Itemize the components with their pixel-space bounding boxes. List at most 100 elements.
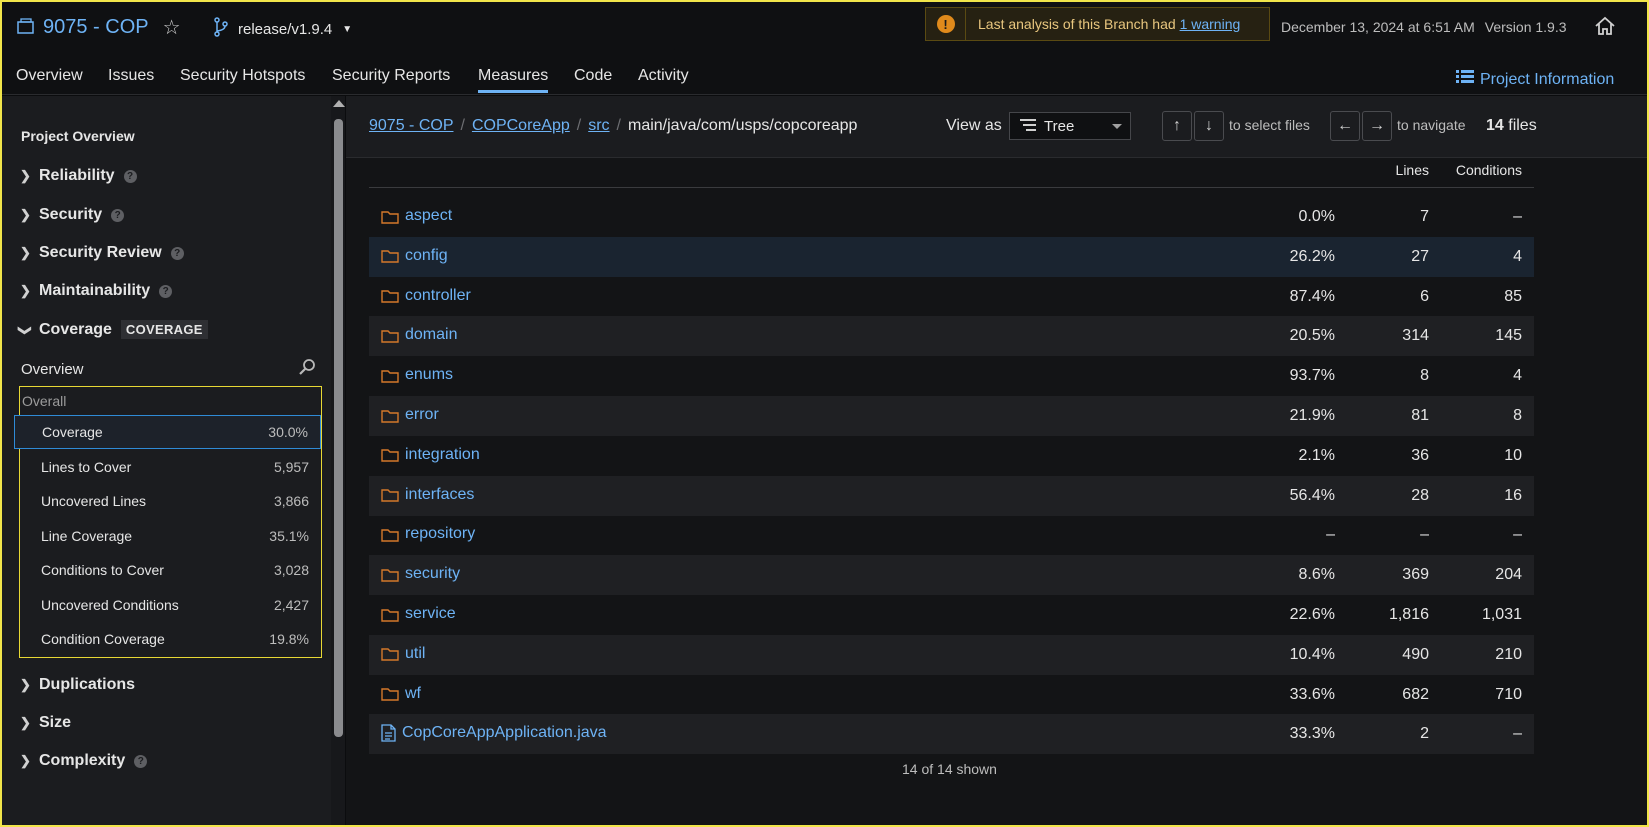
project-name-link[interactable]: 9075 - COP bbox=[43, 16, 149, 39]
row-name-link[interactable]: interfaces bbox=[381, 486, 474, 504]
sidebar-section-security[interactable]: ❯ Security ? bbox=[20, 206, 125, 224]
search-icon[interactable] bbox=[298, 358, 316, 380]
row-name-link[interactable]: CopCoreAppApplication.java bbox=[381, 724, 607, 743]
branch-selector[interactable]: release/v1.9.4 ▼ bbox=[214, 17, 352, 41]
metric-value: 35.1% bbox=[269, 528, 309, 544]
table-row[interactable]: integration 2.1% 36 10 bbox=[369, 436, 1534, 476]
row-coverage: – bbox=[1326, 526, 1335, 544]
branch-icon bbox=[214, 17, 228, 41]
row-lines: – bbox=[1420, 526, 1429, 544]
row-name-link[interactable]: enums bbox=[381, 366, 453, 384]
favorite-star-icon[interactable]: ☆ bbox=[163, 15, 181, 40]
table-row[interactable]: error 21.9% 81 8 bbox=[369, 396, 1534, 436]
overall-metrics-group: Overall Coverage 30.0% Lines to Cover 5,… bbox=[14, 386, 322, 658]
row-name-link[interactable]: domain bbox=[381, 326, 457, 344]
table-row[interactable]: service 22.6% 1,816 1,031 bbox=[369, 595, 1534, 635]
table-row[interactable]: interfaces 56.4% 28 16 bbox=[369, 475, 1534, 516]
breadcrumb-module[interactable]: COPCoreApp bbox=[472, 117, 570, 135]
sidebar-section-security-review[interactable]: ❯ Security Review ? bbox=[20, 244, 184, 262]
metric-label: Coverage bbox=[42, 424, 103, 440]
section-label: Coverage bbox=[39, 320, 112, 338]
sidebar-section-reliability[interactable]: ❯ Reliability ? bbox=[20, 167, 137, 185]
metric-label: Conditions to Cover bbox=[41, 562, 164, 578]
row-name-link[interactable]: wf bbox=[381, 685, 421, 703]
help-icon[interactable]: ? bbox=[123, 169, 137, 183]
top-bar: 9075 - COP ☆ release/v1.9.4 ▼ ! Last ana… bbox=[0, 0, 1649, 55]
arrow-down-key-icon: ↓ bbox=[1194, 111, 1224, 141]
row-name-link[interactable]: config bbox=[381, 247, 448, 265]
row-name: integration bbox=[405, 445, 480, 463]
column-header-conditions[interactable]: Conditions bbox=[1456, 162, 1522, 178]
sidebar-section-size[interactable]: ❯ Size bbox=[20, 714, 71, 732]
chevron-down-icon: ▼ bbox=[342, 23, 353, 35]
metric-value: 5,957 bbox=[273, 459, 309, 475]
sidebar-section-coverage[interactable]: ❯ Coverage COVERAGE bbox=[18, 320, 208, 339]
help-icon[interactable]: ? bbox=[134, 754, 148, 768]
breadcrumb: 9075 - COP / COPCoreApp / src / main/jav… bbox=[369, 117, 857, 135]
row-name-link[interactable]: service bbox=[381, 605, 456, 623]
row-name-link[interactable]: error bbox=[381, 406, 439, 424]
row-conditions: 204 bbox=[1495, 566, 1522, 584]
coverage-overview-link[interactable]: Overview bbox=[21, 361, 84, 378]
files-count-label: files bbox=[1508, 117, 1537, 134]
sidebar-section-maintainability[interactable]: ❯ Maintainability ? bbox=[20, 282, 173, 300]
tab-code[interactable]: Code bbox=[574, 67, 612, 85]
metric-line-coverage[interactable]: Line Coverage 35.1% bbox=[20, 519, 321, 553]
column-header-lines[interactable]: Lines bbox=[1396, 162, 1429, 178]
table-row[interactable]: enums 93.7% 8 4 bbox=[369, 356, 1534, 396]
home-icon[interactable] bbox=[1594, 15, 1616, 41]
row-name-link[interactable]: repository bbox=[381, 525, 475, 543]
sidebar-scroll-thumb[interactable] bbox=[334, 119, 343, 737]
row-name-link[interactable]: aspect bbox=[381, 207, 452, 225]
help-icon[interactable]: ? bbox=[111, 208, 125, 222]
breadcrumb-project[interactable]: 9075 - COP bbox=[369, 117, 453, 135]
table-row[interactable]: CopCoreAppApplication.java 33.3% 2 – bbox=[369, 714, 1534, 755]
breadcrumb-separator: / bbox=[616, 117, 621, 134]
view-mode-select[interactable]: Tree bbox=[1009, 112, 1131, 140]
tab-measures[interactable]: Measures bbox=[478, 67, 549, 93]
row-lines: 1,816 bbox=[1388, 606, 1429, 623]
row-name-link[interactable]: integration bbox=[381, 446, 480, 464]
table-row[interactable]: repository – – – bbox=[369, 515, 1534, 555]
help-icon[interactable]: ? bbox=[159, 284, 173, 298]
tab-issues[interactable]: Issues bbox=[108, 67, 154, 85]
scroll-up-arrow-icon[interactable] bbox=[333, 100, 345, 107]
metric-conditions-to-cover[interactable]: Conditions to Cover 3,028 bbox=[20, 553, 321, 587]
metric-condition-coverage[interactable]: Condition Coverage 19.8% bbox=[20, 622, 321, 656]
arrow-up-key-icon: ↑ bbox=[1162, 111, 1192, 141]
row-conditions: 4 bbox=[1513, 367, 1522, 385]
folder-icon bbox=[381, 248, 399, 263]
tab-security-hotspots[interactable]: Security Hotspots bbox=[180, 67, 305, 85]
table-row[interactable]: wf 33.6% 682 710 bbox=[369, 675, 1534, 715]
tab-overview[interactable]: Overview bbox=[16, 67, 83, 85]
metric-uncovered-lines[interactable]: Uncovered Lines 3,866 bbox=[20, 484, 321, 518]
table-row[interactable]: aspect 0.0% 7 – bbox=[369, 197, 1534, 237]
row-name-link[interactable]: controller bbox=[381, 287, 471, 305]
table-row[interactable]: security 8.6% 369 204 bbox=[369, 555, 1534, 596]
tab-security-reports[interactable]: Security Reports bbox=[332, 67, 450, 85]
file-icon bbox=[381, 724, 396, 743]
chevron-down-icon bbox=[1112, 124, 1122, 129]
row-lines: 27 bbox=[1411, 247, 1429, 265]
metric-coverage[interactable]: Coverage 30.0% bbox=[14, 415, 321, 449]
table-row[interactable]: controller 87.4% 6 85 bbox=[369, 277, 1534, 317]
breadcrumb-src[interactable]: src bbox=[588, 117, 609, 135]
row-lines: 81 bbox=[1411, 407, 1429, 424]
sidebar-section-duplications[interactable]: ❯ Duplications bbox=[20, 676, 135, 694]
table-row[interactable]: domain 20.5% 314 145 bbox=[369, 316, 1534, 357]
metric-lines-to-cover[interactable]: Lines to Cover 5,957 bbox=[20, 450, 321, 484]
breadcrumb-separator: / bbox=[576, 117, 582, 134]
warning-link[interactable]: 1 warning bbox=[1180, 16, 1241, 32]
row-lines: 6 bbox=[1420, 287, 1429, 305]
folder-icon bbox=[381, 646, 399, 661]
metric-uncovered-conditions[interactable]: Uncovered Conditions 2,427 bbox=[20, 588, 321, 622]
table-row[interactable]: config 26.2% 27 4 bbox=[369, 236, 1534, 277]
sidebar-section-complexity[interactable]: ❯ Complexity ? bbox=[20, 752, 148, 770]
row-name-link[interactable]: security bbox=[381, 565, 460, 583]
table-row[interactable]: util 10.4% 490 210 bbox=[369, 634, 1534, 675]
row-name-link[interactable]: util bbox=[381, 645, 425, 663]
help-icon[interactable]: ? bbox=[170, 246, 184, 260]
folder-icon bbox=[381, 288, 399, 303]
project-information-link[interactable]: Project Information bbox=[1456, 70, 1614, 89]
tab-activity[interactable]: Activity bbox=[638, 67, 689, 85]
